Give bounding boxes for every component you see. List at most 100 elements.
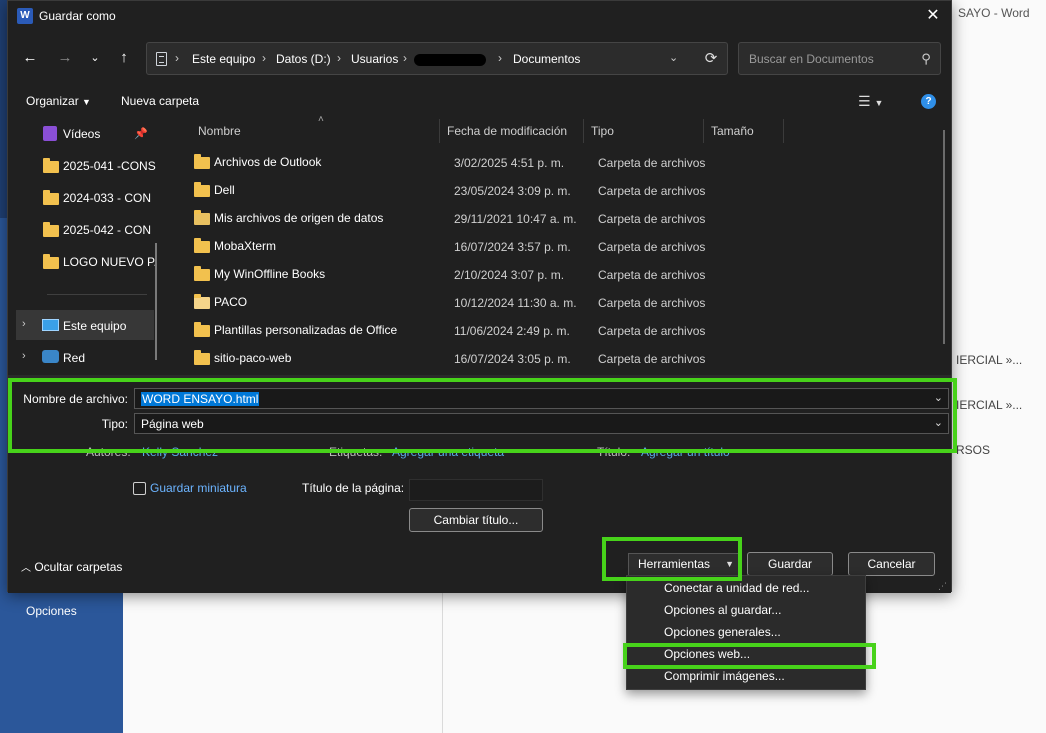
file-list-scrollbar[interactable]	[943, 130, 945, 344]
resize-grip-icon[interactable]: ⋰	[938, 581, 947, 592]
breadcrumb-documentos[interactable]: Documentos	[513, 52, 580, 66]
nav-item-label: Este equipo	[63, 319, 127, 333]
close-icon: ✕	[926, 7, 940, 24]
nav-divider	[47, 294, 147, 295]
up-button[interactable]: ↑	[111, 45, 137, 71]
page-title-field	[409, 479, 543, 501]
file-row[interactable]: Mis archivos de origen de datos 29/11/20…	[168, 204, 951, 232]
data-source-folder-icon	[194, 210, 210, 225]
organize-button[interactable]: Organizar ▼	[26, 94, 91, 108]
file-name: Mis archivos de origen de datos	[214, 211, 384, 225]
file-type: Carpeta de archivos	[598, 268, 706, 282]
search-placeholder: Buscar en Documentos	[749, 52, 874, 66]
nav-item-este-equipo[interactable]: › Este equipo	[8, 312, 158, 340]
title-bar: W Guardar como ✕	[8, 1, 951, 32]
pin-icon: 📌	[134, 128, 148, 140]
arrow-left-icon: ←	[22, 49, 38, 66]
nav-item-label: 2025-042 - CON	[63, 223, 152, 237]
bg-list-item: IERCIAL »...	[956, 353, 1023, 367]
file-type: Carpeta de archivos	[598, 352, 706, 366]
file-date: 23/05/2024 3:09 p. m.	[454, 184, 571, 198]
file-row[interactable]: PACO 10/12/2024 11:30 a. m. Carpeta de a…	[168, 288, 951, 316]
column-divider[interactable]	[439, 119, 440, 143]
chevron-down-icon: ⌄	[90, 52, 100, 64]
view-options-button[interactable]: ☰ ▼	[858, 93, 883, 110]
organize-label: Organizar	[26, 94, 79, 108]
file-name: Plantillas personalizadas de Office	[214, 323, 398, 337]
folder-icon	[194, 154, 210, 169]
file-row[interactable]: My WinOffline Books 2/10/2024 3:07 p. m.…	[168, 260, 951, 288]
file-name: Dell	[214, 183, 235, 197]
save-thumbnail-checkbox[interactable]	[133, 482, 146, 495]
chevron-right-icon[interactable]: ›	[22, 318, 26, 330]
save-as-dialog: W Guardar como ✕ ← → ⌄ ↑ › Este equipo ›…	[7, 0, 952, 593]
cancel-button[interactable]: Cancelar	[848, 552, 935, 576]
file-date: 2/10/2024 3:07 p. m.	[454, 268, 565, 282]
hide-folders-button[interactable]: ︿ Ocultar carpetas	[21, 559, 122, 574]
new-folder-button[interactable]: Nueva carpeta	[121, 94, 199, 108]
nav-item-folder[interactable]: 2025-041 -CONS	[8, 152, 158, 180]
word-app-icon: W	[17, 8, 33, 24]
column-name-header[interactable]: Nombre	[198, 124, 241, 138]
document-icon	[156, 52, 167, 66]
nav-item-folder[interactable]: LOGO NUEVO P.	[8, 248, 158, 276]
folder-icon	[194, 266, 210, 281]
hide-folders-label: Ocultar carpetas	[34, 560, 123, 574]
file-row[interactable]: Archivos de Outlook 3/02/2025 4:51 p. m.…	[168, 148, 951, 176]
refresh-icon[interactable]: ⟳	[701, 49, 721, 69]
backstage-opciones[interactable]: Opciones	[26, 604, 77, 618]
chevron-up-icon: ︿	[21, 563, 31, 574]
computer-icon	[42, 319, 59, 331]
file-name: PACO	[214, 295, 248, 309]
file-date: 16/07/2024 3:05 p. m.	[454, 352, 571, 366]
word-title-fragment: SAYO - Word	[958, 6, 1030, 20]
bg-list-item: IERCIAL »...	[956, 398, 1023, 412]
file-type: Carpeta de archivos	[598, 156, 706, 170]
forward-button[interactable]: →	[52, 45, 78, 71]
menu-item-general-options[interactable]: Opciones generales...	[627, 621, 865, 643]
column-divider[interactable]	[703, 119, 704, 143]
chevron-down-icon[interactable]: ⌄	[669, 51, 678, 64]
nav-item-videos[interactable]: Vídeos 📌	[8, 120, 158, 148]
help-icon[interactable]: ?	[921, 94, 936, 109]
file-type: Carpeta de archivos	[598, 296, 706, 310]
nav-item-label: 2024-033 - CON	[63, 191, 152, 205]
file-row[interactable]: Dell 23/05/2024 3:09 p. m. Carpeta de ar…	[168, 176, 951, 204]
breadcrumb-este-equipo[interactable]: Este equipo	[192, 52, 255, 66]
file-date: 3/02/2025 4:51 p. m.	[454, 156, 565, 170]
search-box[interactable]: Buscar en Documentos ⚲	[738, 42, 941, 75]
column-date-header[interactable]: Fecha de modificación	[447, 124, 567, 138]
image-folder-icon	[194, 294, 210, 309]
column-size-header[interactable]: Tamaño	[711, 124, 754, 138]
folder-icon	[43, 254, 59, 269]
file-row[interactable]: MobaXterm 16/07/2024 3:57 p. m. Carpeta …	[168, 232, 951, 260]
back-button[interactable]: ←	[17, 45, 43, 71]
column-divider[interactable]	[583, 119, 584, 143]
menu-item-save-options[interactable]: Opciones al guardar...	[627, 599, 865, 621]
chevron-right-icon: ›	[498, 51, 502, 65]
chevron-right-icon[interactable]: ›	[22, 350, 26, 362]
close-button[interactable]: ✕	[921, 5, 945, 27]
breadcrumb-usuarios[interactable]: Usuarios	[351, 52, 398, 66]
save-thumbnail-label[interactable]: Guardar miniatura	[150, 481, 247, 495]
address-bar[interactable]: › Este equipo › Datos (D:) › Usuarios › …	[146, 42, 728, 75]
highlight-tools-button	[602, 537, 742, 581]
change-title-button[interactable]: Cambiar título...	[409, 508, 543, 532]
file-type: Carpeta de archivos	[598, 240, 706, 254]
column-type-header[interactable]: Tipo	[591, 124, 614, 138]
column-divider[interactable]	[783, 119, 784, 143]
nav-item-red[interactable]: › Red	[8, 344, 158, 372]
tools-menu: Conectar a unidad de red... Opciones al …	[626, 575, 866, 690]
nav-item-label: LOGO NUEVO P.	[63, 255, 157, 269]
nav-item-folder[interactable]: 2024-033 - CON	[8, 184, 158, 212]
file-row[interactable]: sitio-paco-web 16/07/2024 3:05 p. m. Car…	[168, 344, 951, 372]
nav-item-folder[interactable]: 2025-042 - CON	[8, 216, 158, 244]
file-row[interactable]: Plantillas personalizadas de Office 11/0…	[168, 316, 951, 344]
navigation-bar: ← → ⌄ ↑ › Este equipo › Datos (D:) › Usu…	[8, 39, 951, 79]
nav-scrollbar[interactable]	[155, 243, 157, 360]
file-date: 16/07/2024 3:57 p. m.	[454, 240, 571, 254]
save-button[interactable]: Guardar	[747, 552, 833, 576]
breadcrumb-datos[interactable]: Datos (D:)	[276, 52, 331, 66]
recent-locations-button[interactable]: ⌄	[82, 45, 108, 71]
network-icon	[42, 350, 59, 363]
